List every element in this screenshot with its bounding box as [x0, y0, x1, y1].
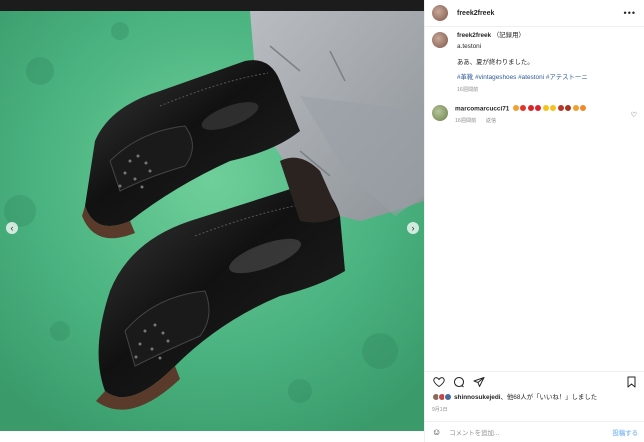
emoji-glyph: [520, 105, 527, 111]
shoes-photo-image: [0, 11, 424, 431]
emoji-glyph: [572, 105, 579, 111]
add-comment-bar: ☺ コメントを追加... 投稿する: [425, 421, 644, 442]
action-bar: [425, 371, 644, 391]
heart-icon[interactable]: [432, 375, 446, 389]
post-comment-button[interactable]: 投稿する: [612, 428, 638, 437]
emoji-glyph: [512, 105, 519, 111]
comments-section: freek2freek （記録用） a.testoni ああ、夏が終わりました。…: [425, 27, 644, 125]
avatar[interactable]: [432, 32, 448, 48]
bookmark-icon[interactable]: [624, 375, 638, 389]
emoji-icon[interactable]: ☺: [432, 427, 441, 437]
comment-body: marcomarcucci71 16週間前 返信: [455, 105, 587, 125]
next-image-button[interactable]: ›: [407, 222, 419, 234]
comment-item: marcomarcucci71 16週間前 返信: [432, 105, 637, 125]
comment-icon[interactable]: [452, 375, 466, 389]
avatar[interactable]: [432, 5, 448, 21]
likes-count-text[interactable]: 、他68人が「いいね！」しました: [501, 394, 598, 401]
post-header: freek2freek •••: [425, 0, 644, 27]
caption: freek2freek （記録用） a.testoni ああ、夏が終わりました。…: [432, 32, 637, 94]
comment-input[interactable]: コメントを追加...: [449, 428, 612, 437]
likes-summary: shinnosukejedi、他68人が「いいね！」しました: [432, 392, 597, 401]
post-side-panel: freek2freek ••• freek2freek （記録用） a.test…: [424, 0, 644, 442]
more-options-icon[interactable]: •••: [624, 8, 636, 18]
comment-timestamp: 16週間前: [455, 117, 477, 124]
post-photo: ‹ ›: [0, 11, 424, 431]
emoji-glyph: [565, 105, 572, 111]
emoji-glyph: [550, 105, 557, 111]
post-date: 9月1日: [432, 407, 448, 413]
post-author-username[interactable]: freek2freek: [457, 10, 494, 17]
comment-username[interactable]: marcomarcucci71: [455, 106, 509, 113]
emoji-glyph: [557, 105, 564, 111]
caption-note: （記録用）: [492, 32, 525, 39]
comment-like-heart-icon[interactable]: ♡: [631, 111, 637, 119]
reply-button[interactable]: 返信: [486, 118, 496, 124]
emoji-glyph: [535, 105, 542, 111]
caption-timestamp: 16週間前: [457, 87, 479, 93]
caption-line: ああ、夏が終わりました。: [457, 59, 534, 66]
emoji-glyph: [580, 105, 587, 111]
comment-emojis: [511, 105, 587, 113]
likes-lead-user[interactable]: shinnosukejedi: [454, 394, 501, 401]
likes-text[interactable]: shinnosukejedi、他68人が「いいね！」しました: [454, 392, 597, 401]
emoji-glyph: [527, 105, 534, 111]
caption-body: freek2freek （記録用） a.testoni ああ、夏が終わりました。…: [457, 32, 588, 94]
caption-username[interactable]: freek2freek: [457, 32, 491, 39]
emoji-glyph: [542, 105, 549, 111]
previous-image-button[interactable]: ‹: [6, 222, 18, 234]
caption-hashtags[interactable]: #革靴 #vintageshoes #atestoni #アテストーニ: [457, 74, 588, 82]
avatar[interactable]: [432, 105, 448, 121]
share-icon[interactable]: [472, 375, 486, 389]
comment-meta: 16週間前 返信: [455, 117, 586, 125]
caption-line: a.testoni: [457, 43, 482, 50]
avatar[interactable]: [444, 392, 452, 401]
